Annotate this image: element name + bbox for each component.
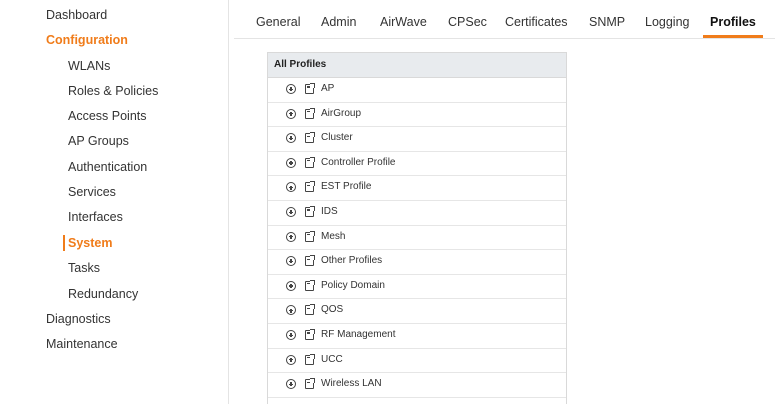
profile-folder-icon — [305, 304, 315, 316]
profile-label: Wireless LAN — [321, 378, 382, 390]
profile-label: Mesh — [321, 230, 346, 242]
nav-maintenance[interactable]: Maintenance — [46, 336, 118, 352]
tab-certificates[interactable]: Certificates — [505, 14, 568, 30]
profile-folder-icon — [305, 378, 315, 390]
expand-icon[interactable] — [286, 108, 296, 119]
profile-row-qos[interactable]: QOS — [268, 299, 566, 324]
nav-dashboard[interactable]: Dashboard — [46, 7, 107, 23]
expand-icon[interactable] — [286, 182, 296, 193]
profile-row-other-profiles[interactable]: Other Profiles — [268, 250, 566, 275]
profile-folder-icon — [305, 156, 315, 168]
nav-diagnostics[interactable]: Diagnostics — [46, 311, 111, 327]
profile-row-mesh[interactable]: Mesh — [268, 226, 566, 251]
profile-row-ap[interactable]: AP — [268, 78, 566, 103]
profile-folder-icon — [305, 353, 315, 365]
tab-general[interactable]: General — [256, 14, 300, 30]
profile-row-est-profile[interactable]: EST Profile — [268, 176, 566, 201]
tab-profiles[interactable]: Profiles — [710, 14, 756, 30]
profile-folder-icon — [305, 132, 315, 144]
nav-ap-groups[interactable]: AP Groups — [68, 133, 129, 149]
profile-row-wireless-lan[interactable]: Wireless LAN — [268, 373, 566, 398]
nav-interfaces[interactable]: Interfaces — [68, 209, 123, 225]
profile-label: QOS — [321, 304, 344, 316]
profile-folder-icon — [305, 181, 315, 193]
expand-icon[interactable] — [286, 84, 296, 94]
profiles-tree: All Profiles AP AirGroup Cluster Control… — [267, 52, 567, 404]
profile-folder-icon — [305, 83, 315, 94]
profile-folder-icon — [305, 230, 315, 242]
tab-cpsec[interactable]: CPSec — [448, 14, 487, 30]
tab-logging[interactable]: Logging — [645, 14, 690, 30]
nav-access-points[interactable]: Access Points — [68, 108, 147, 124]
tab-snmp[interactable]: SNMP — [589, 14, 625, 30]
expand-icon[interactable] — [286, 305, 296, 316]
nav-system[interactable]: System — [63, 235, 113, 251]
expand-icon[interactable] — [286, 379, 296, 390]
nav-services[interactable]: Services — [68, 184, 116, 200]
active-tab-indicator — [703, 35, 763, 38]
profile-row-cluster[interactable]: Cluster — [268, 127, 566, 152]
profile-label: UCC — [321, 353, 343, 365]
expand-icon[interactable] — [286, 231, 296, 242]
tab-airwave[interactable]: AirWave — [380, 14, 427, 30]
nav-wlans[interactable]: WLANs — [68, 58, 110, 74]
profile-row-airgroup[interactable]: AirGroup — [268, 103, 566, 128]
profile-row-ids[interactable]: IDS — [268, 201, 566, 226]
profile-label: Policy Domain — [321, 279, 385, 291]
nav-authentication[interactable]: Authentication — [68, 159, 147, 175]
profile-label: Other Profiles — [321, 255, 383, 267]
profile-label: Cluster — [321, 132, 353, 144]
profile-folder-icon — [305, 328, 315, 340]
profile-row-controller-profile[interactable]: Controller Profile — [268, 152, 566, 177]
nav-configuration[interactable]: Configuration — [46, 32, 128, 48]
profile-label: IDS — [321, 205, 338, 217]
profiles-header: All Profiles — [268, 53, 566, 78]
profile-folder-icon — [305, 255, 315, 267]
expand-icon[interactable] — [286, 354, 296, 365]
tab-bar: General Admin AirWave CPSec Certificates… — [234, 0, 775, 39]
expand-icon[interactable] — [286, 206, 296, 217]
profile-label: Controller Profile — [321, 156, 396, 168]
tab-admin[interactable]: Admin — [321, 14, 356, 30]
active-marker — [63, 235, 65, 251]
expand-icon[interactable] — [286, 329, 296, 340]
profile-row-ucc[interactable]: UCC — [268, 349, 566, 374]
expand-icon[interactable] — [286, 133, 296, 144]
profile-folder-icon — [305, 205, 315, 217]
sidebar-nav: Dashboard Configuration WLANs Roles & Po… — [0, 0, 229, 404]
profile-row-policy-domain[interactable]: Policy Domain — [268, 275, 566, 300]
expand-icon[interactable] — [286, 256, 296, 267]
expand-icon[interactable] — [286, 157, 296, 168]
nav-system-label: System — [68, 236, 113, 250]
profile-folder-icon — [305, 107, 315, 119]
profile-row-rf-management[interactable]: RF Management — [268, 324, 566, 349]
profile-label: EST Profile — [321, 181, 372, 193]
nav-tasks[interactable]: Tasks — [68, 260, 100, 276]
expand-icon[interactable] — [286, 280, 296, 291]
profile-label: AP — [321, 83, 335, 94]
profile-folder-icon — [305, 279, 315, 291]
profile-label: AirGroup — [321, 107, 362, 119]
profile-label: RF Management — [321, 328, 396, 340]
nav-redundancy[interactable]: Redundancy — [68, 286, 138, 302]
nav-roles-policies[interactable]: Roles & Policies — [68, 83, 158, 99]
